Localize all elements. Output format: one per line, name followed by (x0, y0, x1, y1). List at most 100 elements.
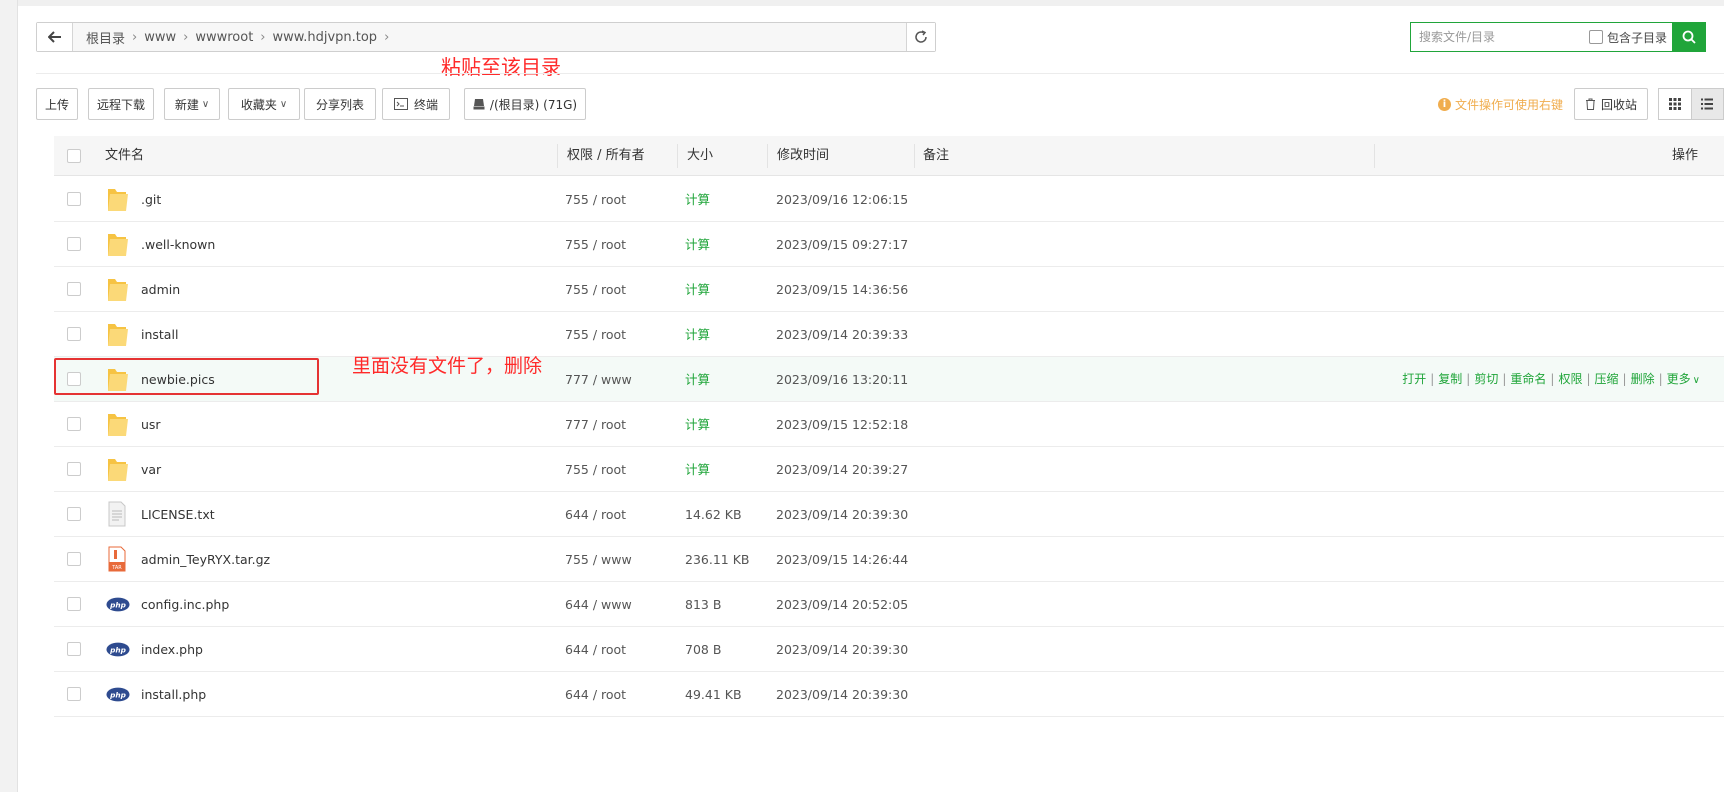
file-size: 49.41 KB (685, 687, 742, 702)
file-name[interactable]: LICENSE.txt (141, 492, 215, 537)
table-row[interactable]: var 755 / root 计算 2023/09/14 20:39:27 (54, 447, 1724, 492)
file-size[interactable]: 计算 (685, 357, 710, 402)
breadcrumb-item[interactable]: www.hdjvpn.top (266, 30, 385, 45)
row-checkbox[interactable] (67, 237, 81, 251)
row-action[interactable]: 复制 (1438, 372, 1462, 386)
breadcrumb-item[interactable]: wwwroot (188, 30, 260, 45)
annotation-delete-note: 里面没有文件了，删除 (352, 355, 543, 377)
file-size[interactable]: 计算 (685, 222, 710, 267)
back-button[interactable] (37, 23, 73, 51)
row-checkbox[interactable] (67, 597, 81, 611)
breadcrumb-item[interactable]: www (137, 30, 183, 45)
file-mtime: 2023/09/14 20:39:30 (776, 687, 909, 702)
file-size[interactable]: 计算 (685, 402, 710, 447)
file-name[interactable]: var (141, 447, 161, 492)
row-action[interactable]: 压缩 (1595, 372, 1619, 386)
file-name[interactable]: config.inc.php (141, 582, 229, 627)
search-button[interactable] (1672, 22, 1706, 52)
row-checkbox[interactable] (67, 417, 81, 431)
upload-button[interactable]: 上传 (36, 88, 78, 120)
new-button[interactable]: 新建 ∨ (164, 88, 220, 120)
file-size: 708 B (685, 642, 722, 657)
terminal-button[interactable]: 终端 (382, 88, 450, 120)
refresh-button[interactable] (906, 23, 935, 51)
remote-download-button[interactable]: 远程下载 (88, 88, 154, 120)
share-list-button[interactable]: 分享列表 (304, 88, 376, 120)
file-permission[interactable]: 777 / root (565, 402, 626, 447)
file-name[interactable]: install.php (141, 672, 206, 717)
row-action[interactable]: 权限 (1558, 372, 1582, 386)
recycle-bin-button[interactable]: 回收站 (1574, 88, 1648, 120)
row-checkbox[interactable] (67, 507, 81, 521)
file-permission[interactable]: 755 / www (565, 537, 632, 582)
row-checkbox[interactable] (67, 192, 81, 206)
file-permission[interactable]: 644 / root (565, 627, 626, 672)
table-row[interactable]: .well-known 755 / root 计算 2023/09/15 09:27:… (54, 222, 1724, 267)
file-name[interactable]: .git (141, 177, 161, 222)
php-file-icon: php (106, 642, 130, 670)
list-icon (1701, 98, 1714, 110)
file-permission[interactable]: 644 / root (565, 492, 626, 537)
include-subdir-toggle[interactable]: 包含子目录 (1589, 29, 1667, 46)
table-row[interactable]: LICENSE.txt 644 / root 14.62 KB 2023/09/14 … (54, 492, 1724, 537)
grid-view-button[interactable] (1659, 89, 1691, 119)
row-action[interactable]: 更多 (1667, 372, 1691, 386)
row-action[interactable]: 删除 (1631, 372, 1655, 386)
svg-text:php: php (109, 690, 126, 699)
chevron-down-icon: ∨ (1692, 375, 1700, 386)
col-size[interactable]: 大小 (687, 136, 713, 176)
include-subdir-checkbox[interactable] (1589, 30, 1603, 44)
table-row[interactable]: .git 755 / root 计算 2023/09/16 12:06:15 (54, 177, 1724, 222)
file-permission[interactable]: 755 / root (565, 177, 626, 222)
col-permission[interactable]: 权限 / 所有者 (567, 136, 645, 176)
row-checkbox[interactable] (67, 552, 81, 566)
file-size[interactable]: 计算 (685, 312, 710, 357)
row-action[interactable]: 剪切 (1474, 372, 1498, 386)
grid-icon (1668, 98, 1681, 110)
row-action[interactable]: 打开 (1402, 372, 1426, 386)
file-permission[interactable]: 755 / root (565, 447, 626, 492)
file-permission[interactable]: 644 / www (565, 582, 632, 627)
row-checkbox[interactable] (67, 687, 81, 701)
file-permission[interactable]: 755 / root (565, 222, 626, 267)
row-checkbox[interactable] (67, 462, 81, 476)
file-name[interactable]: admin_TeyRYX.tar.gz (141, 537, 270, 582)
file-name[interactable]: .well-known (141, 222, 215, 267)
table-row[interactable]: php index.php 644 / root 708 B 2023/09/14 20… (54, 627, 1724, 672)
select-all-checkbox[interactable] (67, 149, 81, 163)
col-divider (914, 144, 915, 168)
file-size[interactable]: 计算 (685, 177, 710, 222)
file-name[interactable]: usr (141, 402, 161, 447)
file-name[interactable]: index.php (141, 627, 203, 672)
disk-button[interactable]: /(根目录) (71G) (464, 88, 586, 120)
row-checkbox[interactable] (67, 327, 81, 341)
breadcrumb-item[interactable]: 根目录 (79, 28, 132, 47)
table-row[interactable]: install 755 / root 计算 2023/09/14 20:39:33 (54, 312, 1724, 357)
file-mtime: 2023/09/14 20:39:33 (776, 327, 909, 342)
table-row[interactable]: admin 755 / root 计算 2023/09/15 14:36:56 (54, 267, 1724, 312)
file-permission[interactable]: 755 / root (565, 312, 626, 357)
file-mtime: 2023/09/15 14:36:56 (776, 282, 909, 297)
search-input[interactable] (1411, 23, 1581, 51)
col-ops: 操作 (1671, 148, 1698, 163)
file-permission[interactable]: 644 / root (565, 672, 626, 717)
file-permission[interactable]: 777 / www (565, 357, 632, 402)
col-mtime[interactable]: 修改时间 (777, 136, 829, 176)
file-size[interactable]: 计算 (685, 447, 710, 492)
col-name[interactable]: 文件名 (105, 136, 144, 176)
file-permission[interactable]: 755 / root (565, 267, 626, 312)
file-name[interactable]: admin (141, 267, 180, 312)
row-checkbox[interactable] (67, 642, 81, 656)
search-box: 包含子目录 (1410, 22, 1706, 52)
table-row[interactable]: usr 777 / root 计算 2023/09/15 12:52:18 (54, 402, 1724, 447)
file-size[interactable]: 计算 (685, 267, 710, 312)
file-name[interactable]: install (141, 312, 178, 357)
list-view-button[interactable] (1690, 89, 1723, 119)
col-divider (557, 144, 558, 168)
row-action[interactable]: 重命名 (1510, 372, 1546, 386)
table-row[interactable]: php config.inc.php 644 / www 813 B 2023/09/1… (54, 582, 1724, 627)
favorites-button[interactable]: 收藏夹 ∨ (228, 88, 300, 120)
row-checkbox[interactable] (67, 282, 81, 296)
table-row[interactable]: php install.php 644 / root 49.41 KB 2023/09/… (54, 672, 1724, 717)
table-row[interactable]: TAR admin_TeyRYX.tar.gz 755 / www 236.11 KB… (54, 537, 1724, 582)
